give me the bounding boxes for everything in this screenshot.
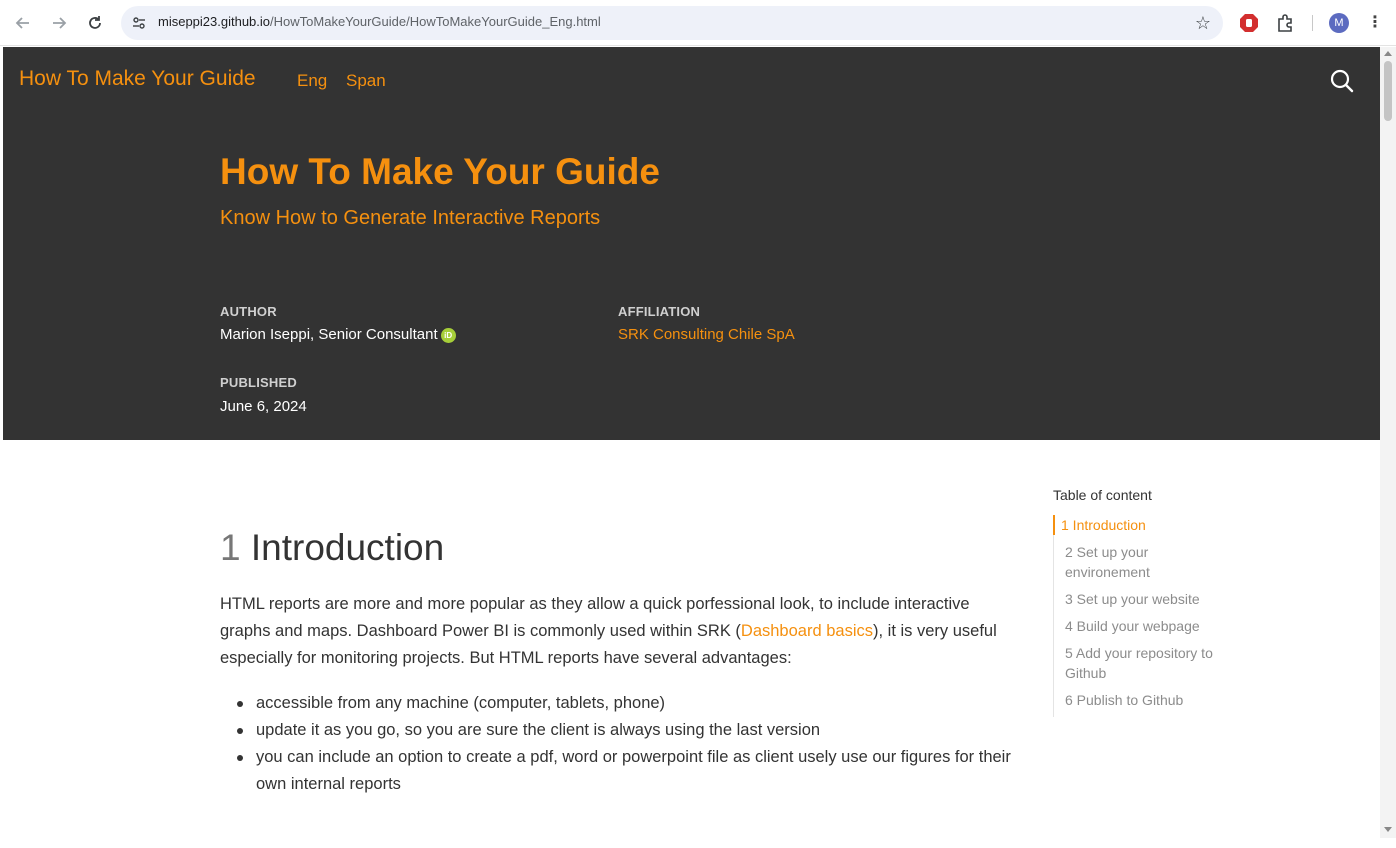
section-number: 1 [220, 527, 241, 568]
toc-item-website[interactable]: 3 Set up your website [1054, 589, 1233, 609]
extensions-puzzle-icon[interactable] [1275, 12, 1297, 34]
list-item: update it as you go, so you are sure the… [220, 717, 1020, 744]
page-subtitle: Know How to Generate Interactive Reports [220, 207, 601, 229]
address-bar[interactable]: miseppi23.github.io/HowToMakeYourGuide/H… [121, 6, 1223, 40]
orcid-icon[interactable]: iD [440, 328, 456, 343]
profile-avatar[interactable]: M [1329, 13, 1349, 33]
author-name: Marion Iseppi, Senior Consultant [220, 326, 438, 343]
browser-menu-icon[interactable]: ⋮ [1367, 12, 1383, 31]
toc-item-environment[interactable]: 2 Set up your environement [1054, 542, 1233, 582]
toc-item-webpage[interactable]: 4 Build your webpage [1054, 616, 1233, 636]
nav-link-span[interactable]: Span [346, 71, 386, 91]
search-icon[interactable] [1329, 68, 1355, 94]
advantages-list: accessible from any machine (computer, t… [220, 690, 1020, 798]
list-item: you can include an option to create a pd… [220, 744, 1020, 798]
browser-toolbar: miseppi23.github.io/HowToMakeYourGuide/H… [0, 0, 1396, 46]
toolbar-separator [1312, 15, 1313, 31]
page-scrollbar[interactable] [1380, 47, 1396, 838]
navbar-brand[interactable]: How To Make Your Guide [19, 67, 256, 91]
list-item: accessible from any machine (computer, t… [220, 690, 1020, 717]
toc-item-publish[interactable]: 6 Publish to Github [1054, 690, 1233, 710]
table-of-contents: 1 Introduction 2 Set up your environemen… [1053, 515, 1233, 717]
published-date: June 6, 2024 [220, 398, 307, 415]
reload-icon[interactable] [83, 11, 107, 35]
intro-paragraph: HTML reports are more and more popular a… [220, 591, 1020, 672]
toc-title: Table of content [1053, 487, 1152, 503]
site-info-icon[interactable] [131, 15, 147, 31]
scroll-down-arrow[interactable] [1384, 827, 1392, 832]
affiliation-label: AFFILIATION [618, 304, 701, 319]
author-value: Marion Iseppi, Senior Consultant iD [220, 326, 456, 343]
author-label: AUTHOR [220, 304, 277, 319]
title-banner: How To Make Your Guide Eng Span How To M… [3, 47, 1380, 440]
toc-item-introduction[interactable]: 1 Introduction [1053, 515, 1233, 535]
dashboard-basics-link[interactable]: Dashboard basics [741, 622, 873, 640]
scroll-up-arrow[interactable] [1384, 51, 1392, 56]
bookmark-star-icon[interactable]: ☆ [1195, 13, 1211, 34]
forward-icon[interactable] [47, 11, 71, 35]
section-heading-introduction: 1 Introduction [220, 527, 444, 569]
page-title: How To Make Your Guide [220, 151, 660, 192]
scroll-thumb[interactable] [1384, 61, 1392, 121]
section-title: Introduction [250, 527, 445, 568]
back-icon[interactable] [11, 11, 35, 35]
url-text: miseppi23.github.io/HowToMakeYourGuide/H… [158, 14, 601, 29]
toc-item-repository[interactable]: 5 Add your repository to Github [1054, 643, 1233, 683]
affiliation-link[interactable]: SRK Consulting Chile SpA [618, 326, 795, 343]
published-label: PUBLISHED [220, 375, 297, 390]
page-viewport: How To Make Your Guide Eng Span How To M… [3, 47, 1380, 838]
adblock-extension-icon[interactable] [1238, 12, 1260, 34]
nav-link-eng[interactable]: Eng [297, 71, 327, 91]
